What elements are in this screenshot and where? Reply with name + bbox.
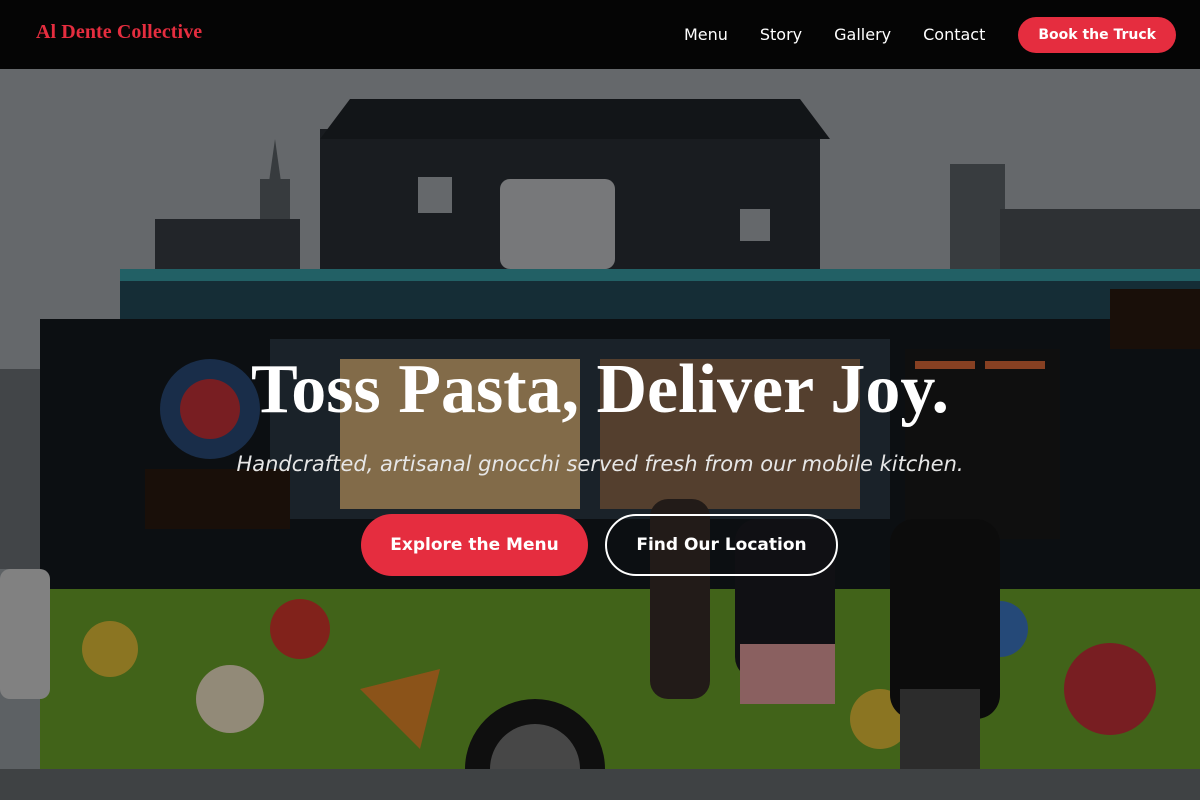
nav-link-story[interactable]: Story: [760, 25, 802, 44]
hero-subtitle: Handcrafted, artisanal gnocchi served fr…: [236, 452, 964, 476]
hero-title: Toss Pasta, Deliver Joy.: [250, 351, 950, 428]
nav-link-contact[interactable]: Contact: [923, 25, 985, 44]
nav-link-gallery[interactable]: Gallery: [834, 25, 891, 44]
explore-menu-button[interactable]: Explore the Menu: [361, 514, 588, 576]
book-truck-button[interactable]: Book the Truck: [1018, 16, 1176, 53]
hero-section: Toss Pasta, Deliver Joy. Handcrafted, ar…: [0, 69, 1200, 800]
hero-content: Toss Pasta, Deliver Joy. Handcrafted, ar…: [0, 69, 1200, 800]
nav-link-menu[interactable]: Menu: [684, 25, 728, 44]
find-location-button[interactable]: Find Our Location: [605, 514, 838, 576]
site-header: Al Dente Collective Menu Story Gallery C…: [0, 0, 1200, 69]
site-logo[interactable]: Al Dente Collective: [36, 21, 202, 44]
main-nav: Menu Story Gallery Contact Book the Truc…: [684, 0, 1200, 69]
